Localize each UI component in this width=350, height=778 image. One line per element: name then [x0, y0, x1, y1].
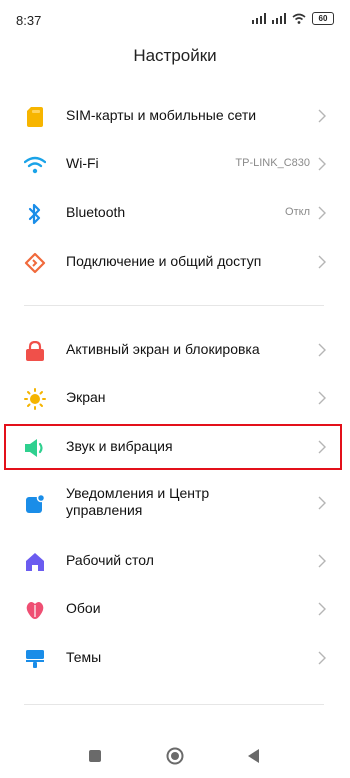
bluetooth-icon	[24, 203, 46, 225]
settings-item-lock-screen[interactable]: Активный экран и блокировка	[0, 326, 350, 374]
settings-item-sim[interactable]: SIM-карты и мобильные сети	[0, 92, 350, 140]
chevron-right-icon	[318, 602, 326, 616]
navigation-bar	[0, 730, 350, 778]
settings-item-label: Wi-Fi	[66, 155, 99, 171]
chevron-right-icon	[318, 109, 326, 123]
highlight-box	[4, 424, 342, 470]
settings-item-value: TP-LINK_C830	[235, 157, 310, 169]
home-screen-icon	[24, 551, 46, 573]
settings-item-bluetooth[interactable]: Bluetooth Откл	[0, 189, 350, 237]
status-icons: 60	[252, 12, 334, 25]
signal-icon	[252, 13, 266, 24]
settings-item-label: Уведомления и Центр управления	[66, 485, 210, 518]
section-divider	[24, 305, 324, 306]
wallpaper-icon	[24, 599, 46, 621]
recent-apps-button[interactable]	[89, 750, 101, 762]
home-button[interactable]	[166, 747, 184, 765]
chevron-right-icon	[318, 651, 326, 665]
sun-icon	[24, 388, 46, 410]
notification-icon	[24, 493, 46, 515]
settings-item-label: Темы	[66, 649, 102, 665]
settings-item-display[interactable]: Экран	[0, 374, 350, 422]
connection-sharing-icon	[24, 252, 46, 274]
chevron-right-icon	[318, 391, 326, 405]
settings-item-connection[interactable]: Подключение и общий доступ	[0, 238, 350, 286]
settings-item-notifications[interactable]: Уведомления и Центр управления	[0, 479, 350, 527]
settings-item-label: Рабочий стол	[66, 552, 154, 568]
settings-item-label: Подключение и общий доступ	[66, 253, 262, 269]
page-title: Настройки	[133, 46, 217, 65]
lock-icon	[24, 340, 46, 362]
status-time: 8:37	[16, 13, 42, 28]
themes-icon	[24, 648, 46, 670]
chevron-right-icon	[318, 554, 326, 568]
chevron-right-icon	[318, 343, 326, 357]
settings-item-label: Экран	[66, 389, 106, 405]
section-divider	[24, 704, 324, 705]
wifi-icon	[24, 154, 46, 176]
settings-item-value: Откл	[285, 206, 310, 218]
chevron-right-icon	[318, 255, 326, 269]
settings-item-label: Активный экран и блокировка	[66, 341, 260, 357]
signal-icon-2	[272, 13, 286, 24]
status-bar: 8:37 60	[0, 0, 350, 40]
settings-item-label: Обои	[66, 600, 101, 616]
back-button[interactable]	[246, 748, 262, 764]
sim-card-icon	[24, 106, 46, 128]
battery-indicator: 60	[312, 12, 334, 25]
chevron-right-icon	[318, 206, 326, 220]
settings-item-label: Bluetooth	[66, 204, 126, 220]
settings-item-wifi[interactable]: Wi-Fi TP-LINK_C830	[0, 140, 350, 188]
chevron-right-icon	[318, 157, 326, 171]
chevron-right-icon	[318, 496, 326, 510]
settings-item-themes[interactable]: Темы	[0, 634, 350, 682]
settings-item-wallpaper[interactable]: Обои	[0, 585, 350, 633]
wifi-status-icon	[292, 13, 306, 24]
settings-item-home-screen[interactable]: Рабочий стол	[0, 537, 350, 585]
settings-item-label: SIM-карты и мобильные сети	[66, 107, 257, 123]
